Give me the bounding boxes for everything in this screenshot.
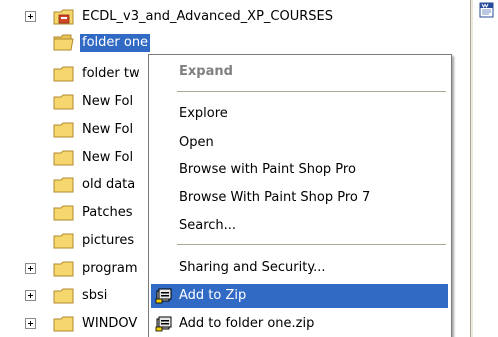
folder-icon — [53, 205, 74, 221]
tree-item-label: folder one — [80, 34, 151, 52]
menu-item-label: Browse With Paint Shop Pro 7 — [179, 190, 371, 205]
menu-item-label: Sharing and Security... — [179, 260, 326, 275]
tree-item-label: sbsi — [82, 288, 108, 303]
tree-item-label: folder tw — [82, 66, 140, 81]
menu-item-label: Add to folder one.zip — [179, 316, 315, 331]
pane-divider[interactable] — [470, 0, 473, 337]
folder-open-icon — [53, 34, 74, 51]
menu-item-label: Search... — [179, 218, 237, 233]
folder-icon — [53, 122, 74, 138]
tree-item-label: WINDOV — [82, 316, 138, 331]
folder-icon — [53, 316, 74, 332]
menu-separator — [177, 91, 446, 92]
menu-item-expand[interactable]: Expand — [151, 60, 448, 84]
expand-plus-icon[interactable] — [25, 263, 36, 274]
special-folder-icon — [53, 9, 74, 25]
word-document-icon[interactable] — [479, 2, 495, 18]
tree-item-label: New Fol — [82, 94, 134, 109]
winzip-icon — [155, 316, 172, 332]
menu-item-label: Open — [179, 135, 214, 150]
menu-item-browse-psp[interactable]: Browse with Paint Shop Pro — [151, 158, 448, 182]
menu-item-label: Add to Zip — [179, 288, 247, 303]
winzip-icon — [155, 288, 172, 304]
menu-item-label: Explore — [179, 106, 228, 121]
menu-item-add-to-zip[interactable]: Add to Zip — [151, 284, 448, 308]
menu-item-explore[interactable]: Explore — [151, 102, 448, 126]
tree-item-label: Patches — [82, 205, 133, 220]
explorer-window: ECDL_v3_and_Advanced_XP_COURSES folder o… — [0, 0, 498, 337]
menu-item-search[interactable]: Search... — [151, 214, 448, 238]
context-menu: Expand Explore Open Browse with Paint Sh… — [148, 54, 452, 337]
expand-plus-icon[interactable] — [25, 290, 36, 301]
folder-icon — [53, 177, 74, 193]
expand-plus-icon[interactable] — [25, 11, 36, 22]
folder-icon — [53, 150, 74, 166]
tree-item-label: old data — [82, 177, 136, 192]
folder-icon — [53, 94, 74, 110]
folder-icon — [53, 66, 74, 82]
folder-icon — [53, 288, 74, 304]
expand-plus-icon[interactable] — [25, 318, 36, 329]
tree-item-label: program — [82, 261, 138, 276]
menu-separator — [177, 244, 446, 245]
menu-item-browse-psp7[interactable]: Browse With Paint Shop Pro 7 — [151, 186, 448, 210]
menu-item-label: Browse with Paint Shop Pro — [179, 162, 356, 177]
tree-item-ecdl[interactable]: ECDL_v3_and_Advanced_XP_COURSES — [0, 5, 470, 31]
tree-item-label: New Fol — [82, 122, 134, 137]
menu-item-add-to-folder-zip[interactable]: Add to folder one.zip — [151, 312, 448, 336]
menu-item-sharing-security[interactable]: Sharing and Security... — [151, 256, 448, 280]
tree-item-label: pictures — [82, 233, 135, 248]
tree-item-label: New Fol — [82, 150, 134, 165]
menu-item-open[interactable]: Open — [151, 131, 448, 155]
folder-icon — [53, 233, 74, 249]
folder-icon — [53, 261, 74, 277]
tree-item-label: ECDL_v3_and_Advanced_XP_COURSES — [82, 9, 333, 24]
menu-item-label: Expand — [179, 64, 233, 79]
